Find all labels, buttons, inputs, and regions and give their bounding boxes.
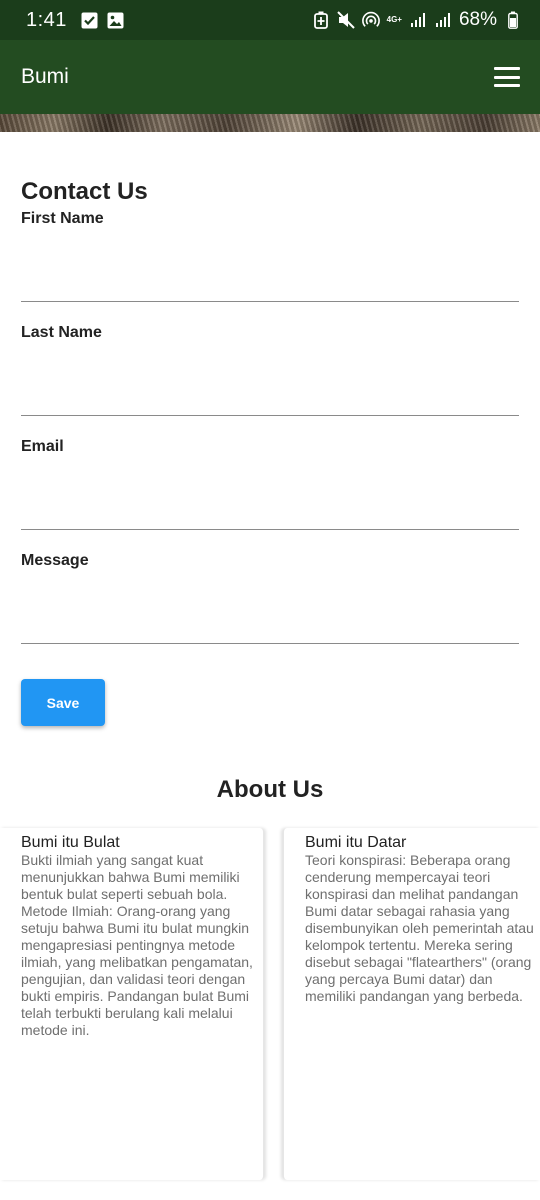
mute-icon bbox=[336, 11, 355, 29]
message-input[interactable] bbox=[21, 612, 519, 644]
status-time: 1:41 bbox=[26, 8, 67, 31]
checkbox-notification-icon bbox=[81, 11, 99, 29]
first-name-field: First Name bbox=[21, 210, 519, 324]
battery-saver-icon bbox=[312, 11, 330, 29]
card-title: Bumi itu Bulat bbox=[21, 834, 120, 851]
email-input[interactable] bbox=[21, 498, 519, 530]
about-card-round-earth: Bumi itu Bulat Bukti ilmiah yang sangat … bbox=[0, 828, 264, 1180]
email-label: Email bbox=[21, 438, 64, 455]
save-button[interactable]: Save bbox=[21, 679, 105, 726]
status-right-icons: 4G+ 68% bbox=[312, 9, 522, 31]
first-name-input[interactable] bbox=[21, 270, 519, 302]
signal-icon bbox=[434, 11, 452, 29]
message-label: Message bbox=[21, 552, 89, 569]
last-name-label: Last Name bbox=[21, 324, 102, 341]
last-name-field: Last Name bbox=[21, 324, 519, 438]
last-name-input[interactable] bbox=[21, 384, 519, 416]
card-body: Bukti ilmiah yang sangat kuat menunjukka… bbox=[21, 852, 253, 1038]
status-bar: 1:41 4G+ 68% bbox=[0, 0, 540, 40]
card-title: Bumi itu Datar bbox=[305, 834, 407, 851]
app-bar: Bumi bbox=[0, 40, 540, 114]
signal-icon bbox=[409, 11, 427, 29]
contact-title: Contact Us bbox=[21, 178, 148, 205]
battery-icon bbox=[504, 11, 522, 29]
message-field: Message bbox=[21, 552, 519, 666]
hotspot-icon bbox=[361, 11, 380, 29]
notification-icons bbox=[81, 11, 125, 29]
network-type-label: 4G+ bbox=[386, 15, 402, 24]
app-title: Bumi bbox=[21, 65, 69, 88]
contact-form: Contact Us First Name Last Name Email Me… bbox=[21, 178, 519, 666]
about-title: About Us bbox=[216, 776, 324, 803]
card-body: Teori konspirasi: Beberapa orang cenderu… bbox=[305, 852, 534, 1004]
hamburger-menu-icon[interactable] bbox=[494, 67, 520, 87]
about-card-flat-earth: Bumi itu Datar Teori konspirasi: Beberap… bbox=[283, 828, 540, 1180]
image-notification-icon bbox=[107, 11, 125, 29]
first-name-label: First Name bbox=[21, 210, 104, 227]
hero-image bbox=[0, 114, 540, 132]
email-field: Email bbox=[21, 438, 519, 552]
battery-percentage: 68% bbox=[458, 9, 497, 30]
